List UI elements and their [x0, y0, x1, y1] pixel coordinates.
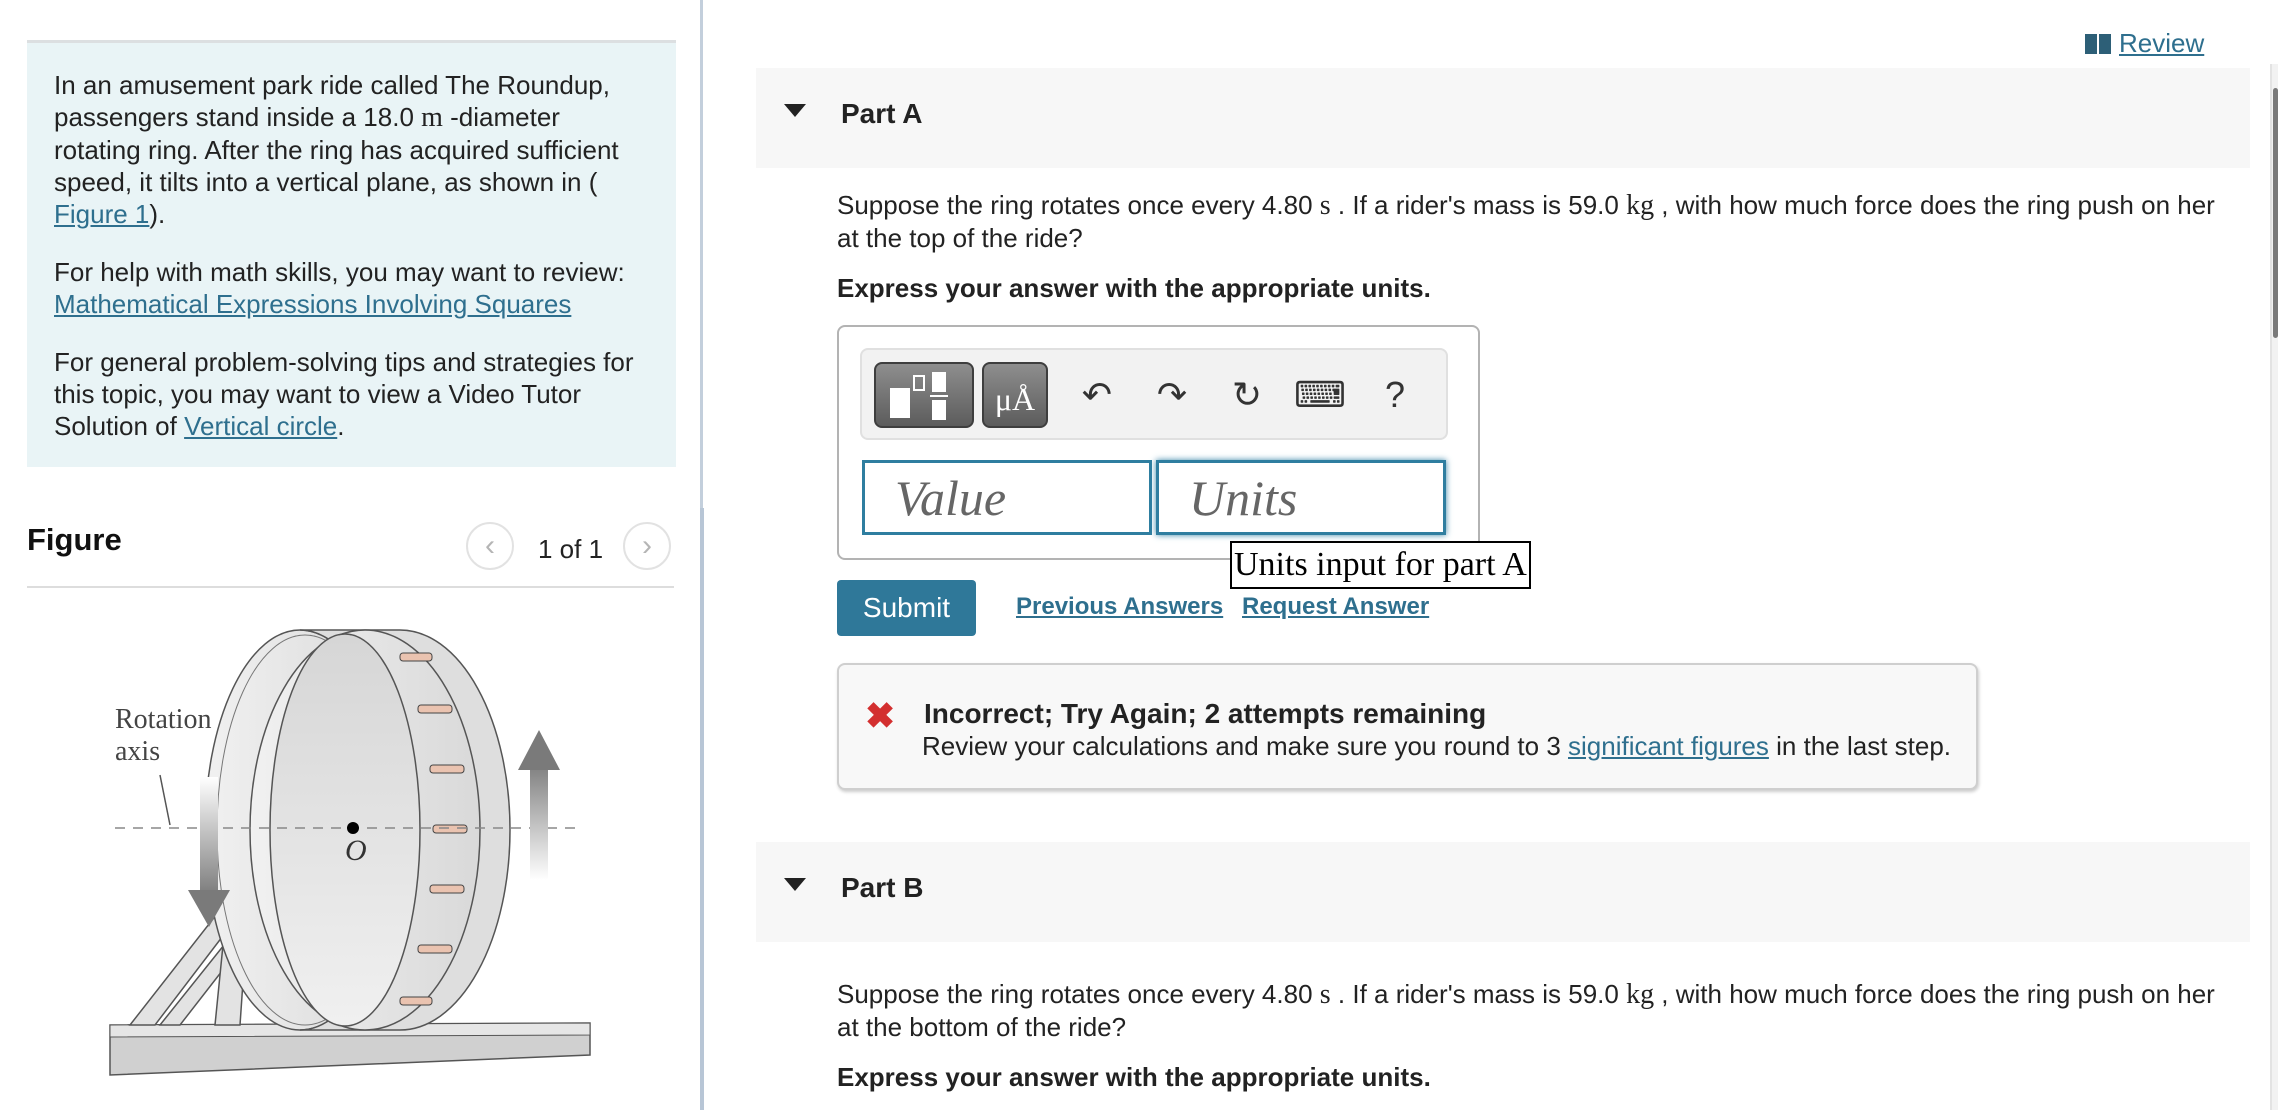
units-input-tooltip: Units input for part A	[1230, 541, 1531, 589]
undo-icon: ↶	[1081, 374, 1113, 415]
chevron-right-icon: ›	[642, 529, 652, 562]
figure-divider	[27, 586, 674, 588]
part-b-instruction: Express your answer with the appropriate…	[837, 1062, 1431, 1092]
part-a-title: Part A	[841, 98, 923, 129]
unit-meters: m	[421, 102, 443, 133]
incorrect-icon: ✖	[865, 695, 896, 736]
figure-counter: 1 of 1	[538, 534, 604, 564]
problem-intro: In an amusement park ride called The Rou…	[27, 40, 676, 467]
help-button[interactable]: ?	[1370, 368, 1420, 422]
figure-next-button[interactable]: ›	[623, 522, 671, 570]
axis-label-line1: Rotation	[115, 704, 211, 735]
reset-button[interactable]: ↻	[1222, 368, 1272, 422]
templates-icon	[890, 372, 948, 420]
units-button[interactable]: μÅ	[982, 362, 1048, 428]
rotation-arrow-up-icon	[518, 730, 560, 880]
roundup-ride-figure: O Rotation axis	[109, 629, 591, 1076]
feedback-message: Review your calculations and make sure y…	[922, 731, 1952, 761]
left-panel-scrollbar-thumb[interactable]	[700, 508, 704, 1110]
axis-label-leader	[159, 774, 171, 826]
units-input[interactable]: Units	[1156, 460, 1446, 535]
ring-inner-surface	[269, 633, 421, 1027]
figure-title: Figure	[27, 522, 122, 557]
feedback-box: ✖ Incorrect; Try Again; 2 attempts remai…	[837, 663, 1978, 790]
platform	[109, 1022, 591, 1076]
vertical-circle-link[interactable]: Vertical circle	[184, 411, 337, 441]
part-a-question: Suppose the ring rotates once every 4.80…	[837, 190, 2215, 253]
caret-down-icon	[784, 878, 806, 891]
keyboard-icon: ⌨	[1294, 374, 1346, 415]
reset-icon: ↻	[1231, 374, 1263, 415]
math-skills-link[interactable]: Mathematical Expressions Involving Squar…	[54, 289, 571, 319]
intro-paragraph-3: For general problem-solving tips and str…	[54, 347, 634, 441]
feedback-title: Incorrect; Try Again; 2 attempts remaini…	[924, 698, 1487, 729]
templates-button[interactable]	[874, 362, 974, 428]
book-icon	[2085, 33, 2111, 54]
review-link[interactable]: Review	[2085, 28, 2204, 59]
intro-paragraph-2: For help with math skills, you may want …	[54, 257, 625, 319]
scrollbar-thumb[interactable]	[2273, 88, 2278, 338]
request-answer-link[interactable]: Request Answer	[1242, 593, 1429, 621]
intro-paragraph-1: In an amusement park ride called The Rou…	[54, 70, 619, 229]
significant-figures-link[interactable]: significant figures	[1568, 731, 1769, 761]
part-a-header[interactable]: Part A	[756, 68, 2250, 168]
keyboard-button[interactable]: ⌨	[1294, 368, 1346, 422]
value-input[interactable]: Value	[862, 460, 1152, 535]
caret-down-icon	[784, 104, 806, 117]
submit-button[interactable]: Submit	[837, 580, 976, 636]
part-b-question: Suppose the ring rotates once every 4.80…	[837, 979, 2215, 1042]
previous-answers-link[interactable]: Previous Answers	[1016, 593, 1223, 621]
redo-button[interactable]: ↷	[1147, 368, 1197, 422]
redo-icon: ↷	[1156, 374, 1188, 415]
help-icon: ?	[1384, 374, 1406, 415]
figure-1-link[interactable]: Figure 1	[54, 199, 149, 229]
part-a-instruction: Express your answer with the appropriate…	[837, 273, 1431, 303]
math-toolbar: μÅ ↶ ↷ ↻ ⌨ ?	[860, 348, 1448, 440]
chevron-left-icon: ‹	[485, 529, 495, 562]
figure-prev-button[interactable]: ‹	[466, 522, 514, 570]
center-point-O	[347, 822, 359, 834]
part-b-title: Part B	[841, 872, 924, 903]
undo-button[interactable]: ↶	[1072, 368, 1122, 422]
center-label: O	[345, 834, 367, 867]
part-b-header[interactable]: Part B	[756, 842, 2250, 942]
axis-label-line2: axis	[115, 736, 160, 767]
